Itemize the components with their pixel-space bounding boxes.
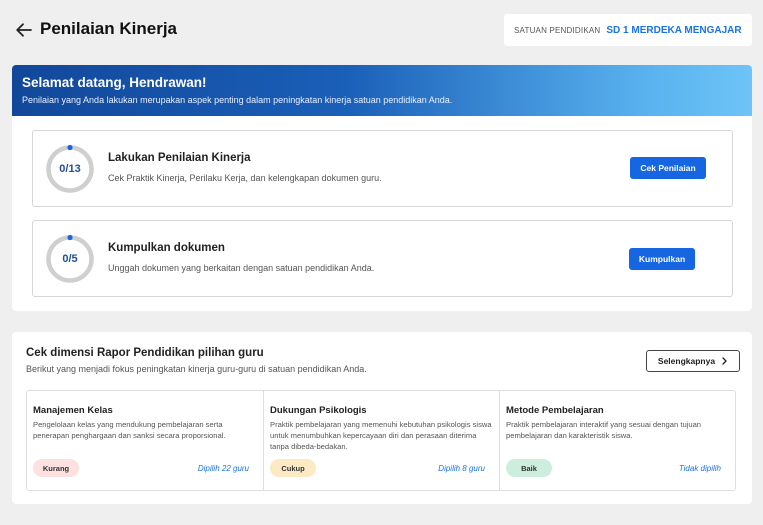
selection-count: Tidak dipilih (678, 464, 721, 473)
rapor-card: Cek dimensi Rapor Pendidikan pilihan gur… (12, 332, 752, 504)
top-bar: Penilaian Kinerja SATUAN PENDIDIKAN SD 1… (0, 0, 763, 62)
status-badge: Kurang (33, 459, 79, 477)
cek-penilaian-button[interactable]: Cek Penilaian (630, 157, 706, 179)
tasks-card: Selamat datang, Hendrawan! Penilaian yan… (12, 65, 752, 311)
dimension-description: Praktik pembelajaran yang memenuhi kebut… (270, 420, 492, 451)
task-title: Kumpulkan dokumen (108, 242, 225, 254)
dimension-description: Pengelolaan kelas yang mendukung pembela… (33, 420, 226, 440)
dimension-title: Metode Pembelajaran (506, 405, 604, 416)
chevron-right-icon (722, 357, 727, 365)
progress-count: 0/5 (62, 253, 78, 265)
school-selector[interactable]: SATUAN PENDIDIKAN SD 1 MERDEKA MENGAJAR (504, 14, 752, 46)
rapor-title: Cek dimensi Rapor Pendidikan pilihan gur… (26, 347, 264, 359)
progress-count: 0/13 (59, 163, 81, 175)
welcome-title: Selamat datang, Hendrawan! (22, 75, 207, 90)
dimension-title: Dukungan Psikologis (270, 405, 367, 416)
task-description: Unggah dokumen yang berkaitan dengan sat… (108, 263, 375, 273)
dimension-title: Manajemen Kelas (33, 405, 113, 416)
selection-count: Dipilih 8 guru (438, 464, 485, 473)
welcome-banner: Selamat datang, Hendrawan! Penilaian yan… (12, 65, 752, 116)
kumpulkan-button[interactable]: Kumpulkan (629, 248, 695, 270)
rapor-subtitle: Berikut yang menjadi fokus peningkatan k… (26, 364, 367, 374)
selection-count: Dipilih 22 guru (197, 464, 249, 473)
task-penilaian: 0/13 Lakukan Penilaian Kinerja Cek Prakt… (32, 130, 733, 207)
task-description: Cek Praktik Kinerja, Perilaku Kerja, dan… (108, 173, 382, 183)
selengkapnya-label: Selengkapnya (657, 356, 716, 366)
school-name[interactable]: SD 1 MERDEKA MENGAJAR (606, 25, 741, 36)
status-badge: Cukup (270, 459, 316, 477)
dimension-dukungan-psikologis: Dukungan Psikologis Praktik pembelajaran… (263, 391, 499, 490)
welcome-subtitle: Penilaian yang Anda lakukan merupakan as… (22, 95, 453, 105)
dimension-manajemen-kelas: Manajemen Kelas Pengelolaan kelas yang m… (27, 391, 263, 490)
task-dokumen: 0/5 Kumpulkan dokumen Unggah dokumen yan… (32, 220, 733, 297)
back-button[interactable] (14, 20, 34, 40)
dimension-list: Manajemen Kelas Pengelolaan kelas yang m… (26, 390, 736, 491)
dimension-description: Praktik pembelajaran interaktif yang ses… (506, 420, 702, 440)
status-badge: Baik (506, 459, 552, 477)
task-title: Lakukan Penilaian Kinerja (108, 152, 251, 164)
arrow-left-icon (16, 23, 32, 37)
dimension-metode-pembelajaran: Metode Pembelajaran Praktik pembelajaran… (499, 391, 735, 490)
selengkapnya-button[interactable]: Selengkapnya (646, 350, 740, 372)
page-title: Penilaian Kinerja (40, 19, 177, 38)
school-label: SATUAN PENDIDIKAN (514, 25, 601, 35)
